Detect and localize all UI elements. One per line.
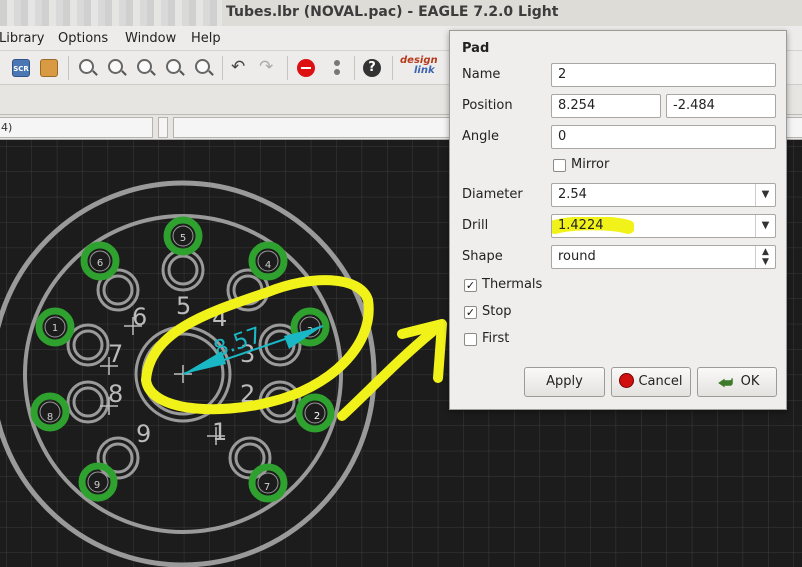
thermals-checkbox[interactable]: ✓ (464, 279, 477, 292)
pad-number: 1 (52, 323, 58, 334)
thermals-label: Thermals (482, 277, 543, 292)
stop-icon[interactable] (297, 59, 315, 77)
script-icon[interactable]: SCR (12, 59, 30, 77)
ulp-icon[interactable] (40, 59, 58, 77)
pin-label-8: 8 (108, 380, 123, 408)
toolbar-separator (354, 56, 355, 80)
pad-number: 2 (314, 411, 320, 422)
mirror-checkbox[interactable] (553, 159, 566, 172)
command-separator (158, 117, 168, 138)
cancel-icon (619, 373, 635, 388)
go-icon[interactable] (328, 59, 346, 77)
ok-arrow-icon: ⮨ (718, 373, 734, 392)
pin-label-1: 1 (212, 418, 227, 446)
dialog-title: Pad (462, 41, 490, 56)
zoom-in-icon[interactable] (108, 59, 123, 74)
updown-icon[interactable]: ▲ ▼ (755, 246, 775, 268)
zoom-select-icon[interactable] (195, 59, 210, 74)
apply-button[interactable]: Apply (524, 367, 605, 397)
pin-label-7: 7 (108, 340, 123, 368)
pad-number: 5 (180, 233, 186, 244)
shape-value: round (558, 249, 596, 264)
pad-number: 4 (265, 260, 271, 271)
diameter-value: 2.54 (558, 187, 587, 202)
ok-button[interactable]: ⮨ OK (697, 367, 777, 397)
shape-label: Shape (462, 249, 503, 264)
chevron-down-icon[interactable]: ▼ (755, 215, 775, 237)
diameter-combo[interactable]: 2.54 ▼ (551, 183, 776, 207)
mirror-label: Mirror (571, 157, 610, 172)
cancel-button[interactable]: Cancel (611, 367, 691, 397)
menu-options[interactable]: Options (58, 31, 108, 46)
pin-label-9: 9 (136, 420, 151, 448)
stop-label: Stop (482, 304, 512, 319)
pad-number: 8 (47, 412, 53, 423)
zoom-out-icon[interactable] (137, 59, 152, 74)
cancel-label: Cancel (638, 374, 683, 389)
angle-label: Angle (462, 129, 499, 144)
shape-combo[interactable]: round ▲ ▼ (551, 245, 776, 269)
drill-value: 1.4224 (558, 218, 604, 233)
first-checkbox[interactable] (464, 333, 477, 346)
name-input[interactable]: 2 (551, 63, 776, 87)
blurred-window-controls (0, 0, 222, 26)
designlink-bottom-text: link (414, 65, 435, 76)
toolbar-separator (392, 56, 393, 80)
chevron-down-icon[interactable]: ▼ (755, 184, 775, 206)
title-bar: Tubes.lbr (NOVAL.pac) - EAGLE 7.2.0 Ligh… (0, 0, 802, 26)
pad-dialog: Pad Name 2 Position 8.254 -2.484 Angle 0… (449, 30, 787, 410)
position-label: Position (462, 98, 513, 113)
eagle-window: Tubes.lbr (NOVAL.pac) - EAGLE 7.2.0 Ligh… (0, 0, 802, 567)
designlink-logo[interactable]: design link (400, 56, 438, 76)
position-x-input[interactable]: 8.254 (551, 94, 661, 118)
pad-number: 9 (94, 480, 100, 491)
diameter-label: Diameter (462, 187, 523, 202)
undo-icon[interactable]: ↶ (231, 59, 249, 77)
position-y-input[interactable]: -2.484 (666, 94, 776, 118)
stop-checkbox[interactable]: ✓ (464, 306, 477, 319)
window-title: Tubes.lbr (NOVAL.pac) - EAGLE 7.2.0 Ligh… (226, 4, 559, 20)
drill-label: Drill (462, 218, 489, 233)
toolbar-separator (68, 56, 69, 80)
help-icon[interactable]: ? (363, 59, 381, 77)
pin-label-5: 5 (176, 292, 191, 320)
ok-label: OK (740, 374, 760, 389)
drill-combo[interactable]: 1.4224 ▼ (551, 214, 776, 238)
name-label: Name (462, 67, 501, 82)
toolbar-separator (287, 56, 288, 80)
menu-window[interactable]: Window (125, 31, 176, 46)
menu-library[interactable]: Library (0, 31, 44, 46)
pin-label-6: 6 (132, 303, 147, 331)
coordinate-field: 4) (0, 117, 153, 138)
redo-icon[interactable]: ↷ (259, 59, 277, 77)
angle-input[interactable]: 0 (551, 125, 776, 149)
pad-number: 7 (264, 482, 270, 493)
toolbar-separator (222, 56, 223, 80)
zoom-redraw-icon[interactable] (166, 59, 181, 74)
pad-number: 6 (97, 258, 103, 269)
menu-help[interactable]: Help (191, 31, 221, 46)
zoom-fit-icon[interactable] (79, 59, 94, 74)
first-label: First (482, 331, 510, 346)
